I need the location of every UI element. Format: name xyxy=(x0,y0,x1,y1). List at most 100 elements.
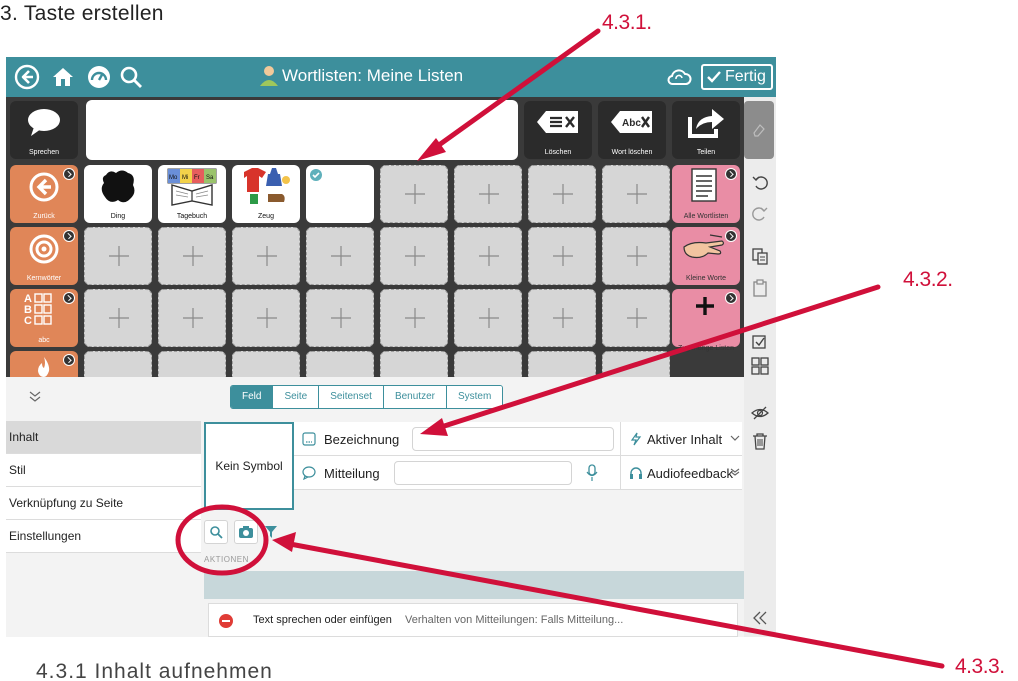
delete-word-label: Wort löschen xyxy=(611,149,653,156)
plus-icon xyxy=(479,184,499,204)
callout-4-3-3: 4.3.3. xyxy=(955,655,1005,678)
all-wordlists-button[interactable]: Alle Wortlisten xyxy=(672,165,740,223)
tab-page[interactable]: Seite xyxy=(273,386,320,408)
menu-item-page-link[interactable]: Verknüpfung zu Seite xyxy=(6,487,201,520)
link-badge-icon xyxy=(725,168,737,180)
empty-button-slot[interactable] xyxy=(158,227,226,285)
double-chevron-icon xyxy=(730,468,740,476)
home-icon[interactable] xyxy=(50,64,76,90)
camera-button[interactable] xyxy=(234,520,258,544)
empty-button-slot[interactable] xyxy=(454,289,522,347)
nav-label-core: Kernwörter xyxy=(26,275,62,282)
check-icon xyxy=(707,71,721,83)
callout-4-3-2: 4.3.2. xyxy=(903,268,953,291)
message-field-label: Mitteilung xyxy=(324,466,380,481)
empty-button-slot[interactable] xyxy=(454,165,522,223)
page-title: Wortlisten: Meine Listen xyxy=(282,66,464,85)
thing-blob-icon xyxy=(101,170,135,203)
empty-button-slot[interactable] xyxy=(602,227,670,285)
back-circle-icon[interactable] xyxy=(14,64,40,90)
empty-button-slot[interactable] xyxy=(84,289,152,347)
empty-button-slot[interactable] xyxy=(602,289,670,347)
cloud-sync-icon[interactable] xyxy=(666,64,692,90)
plus-icon xyxy=(405,184,425,204)
action-row[interactable]: Text sprechen oder einfügen Verhalten vo… xyxy=(208,603,738,637)
copy-icon[interactable] xyxy=(751,247,769,265)
document-heading: 3. Taste erstellen xyxy=(0,2,164,25)
related-lists-button[interactable]: Zugehörige Listen xyxy=(672,289,740,352)
core-words-nav-button[interactable]: Kernwörter xyxy=(10,227,78,285)
search-icon[interactable] xyxy=(118,64,144,90)
symbol-button-zeug[interactable]: Zeug xyxy=(232,165,300,223)
menu-item-settings[interactable]: Einstellungen xyxy=(6,520,201,553)
active-content-option[interactable]: Aktiver Inhalt xyxy=(620,422,742,456)
grid-select-icon[interactable] xyxy=(751,357,769,375)
redo-icon[interactable] xyxy=(751,204,769,222)
alphabet-nav-button[interactable]: A B C abc xyxy=(10,289,78,347)
selected-empty-button[interactable] xyxy=(306,165,374,223)
plus-icon xyxy=(109,246,129,266)
empty-button-slot[interactable] xyxy=(602,165,670,223)
empty-button-slot[interactable] xyxy=(528,289,596,347)
trash-icon[interactable] xyxy=(751,432,769,450)
speak-button[interactable]: Sprechen xyxy=(10,101,78,159)
camera-icon xyxy=(239,526,253,538)
empty-button-slot[interactable] xyxy=(380,289,448,347)
calendar-day-3: Fr xyxy=(194,175,200,181)
edit-pencil-button[interactable] xyxy=(744,101,774,159)
hide-icon[interactable] xyxy=(751,404,769,422)
link-badge-icon xyxy=(725,230,737,242)
empty-button-slot[interactable] xyxy=(84,227,152,285)
tab-user[interactable]: Benutzer xyxy=(383,386,447,408)
symbol-preview[interactable]: Kein Symbol xyxy=(204,422,294,510)
empty-button-slot[interactable] xyxy=(158,289,226,347)
symbol-button-ding[interactable]: Ding xyxy=(84,165,152,223)
user-icon xyxy=(260,66,278,86)
calendar-day-1: Mo xyxy=(169,175,178,181)
paste-icon[interactable] xyxy=(751,279,769,297)
empty-button-slot[interactable] xyxy=(306,289,374,347)
tab-system[interactable]: System xyxy=(446,386,503,408)
expand-left-icon[interactable] xyxy=(751,609,769,627)
empty-button-slot[interactable] xyxy=(232,289,300,347)
message-bubble-icon xyxy=(302,466,316,480)
symbol-button-tagebuch[interactable]: Mo Mi Fr Sa Tagebuch xyxy=(158,165,226,223)
delete-word-button[interactable]: Abc Wort löschen xyxy=(598,101,666,159)
select-multiple-icon[interactable] xyxy=(751,331,769,349)
empty-button-slot[interactable] xyxy=(454,227,522,285)
plus-icon xyxy=(405,308,425,328)
remove-action-icon[interactable] xyxy=(219,614,233,628)
empty-button-slot[interactable] xyxy=(528,227,596,285)
tab-pageset[interactable]: Seitenset xyxy=(319,386,384,408)
done-button[interactable]: Fertig xyxy=(701,64,773,90)
undo-icon[interactable] xyxy=(751,173,769,191)
message-input[interactable] xyxy=(394,461,572,485)
menu-item-content[interactable]: Inhalt xyxy=(6,421,201,454)
headphones-icon xyxy=(630,467,642,479)
tab-field[interactable]: Feld xyxy=(231,386,274,408)
empty-button-slot[interactable] xyxy=(528,165,596,223)
plus-add-icon xyxy=(696,297,714,315)
svg-text:Abc: Abc xyxy=(622,118,641,129)
clear-button[interactable]: Löschen xyxy=(524,101,592,159)
link-badge-icon xyxy=(63,168,75,180)
empty-button-slot[interactable] xyxy=(380,227,448,285)
empty-button-slot[interactable] xyxy=(232,227,300,285)
menu-item-style[interactable]: Stil xyxy=(6,454,201,487)
back-nav-button[interactable]: Zurück xyxy=(10,165,78,223)
plus-icon xyxy=(553,184,573,204)
share-button[interactable]: Teilen xyxy=(672,101,740,159)
collapse-panel-icon[interactable] xyxy=(28,391,42,403)
symbol-search-button[interactable] xyxy=(204,520,228,544)
done-label: Fertig xyxy=(725,68,766,85)
label-input[interactable] xyxy=(412,427,614,451)
filter-icon[interactable] xyxy=(264,525,278,539)
empty-button-slot[interactable] xyxy=(306,227,374,285)
dashboard-icon[interactable] xyxy=(86,64,112,90)
empty-button-slot[interactable] xyxy=(380,165,448,223)
message-window[interactable] xyxy=(86,100,518,160)
audio-feedback-option[interactable]: Audiofeedback xyxy=(620,456,742,490)
symbol-label-tagebuch: Tagebuch xyxy=(176,213,208,220)
microphone-icon[interactable] xyxy=(586,464,598,482)
small-words-button[interactable]: Kleine Worte xyxy=(672,227,740,285)
